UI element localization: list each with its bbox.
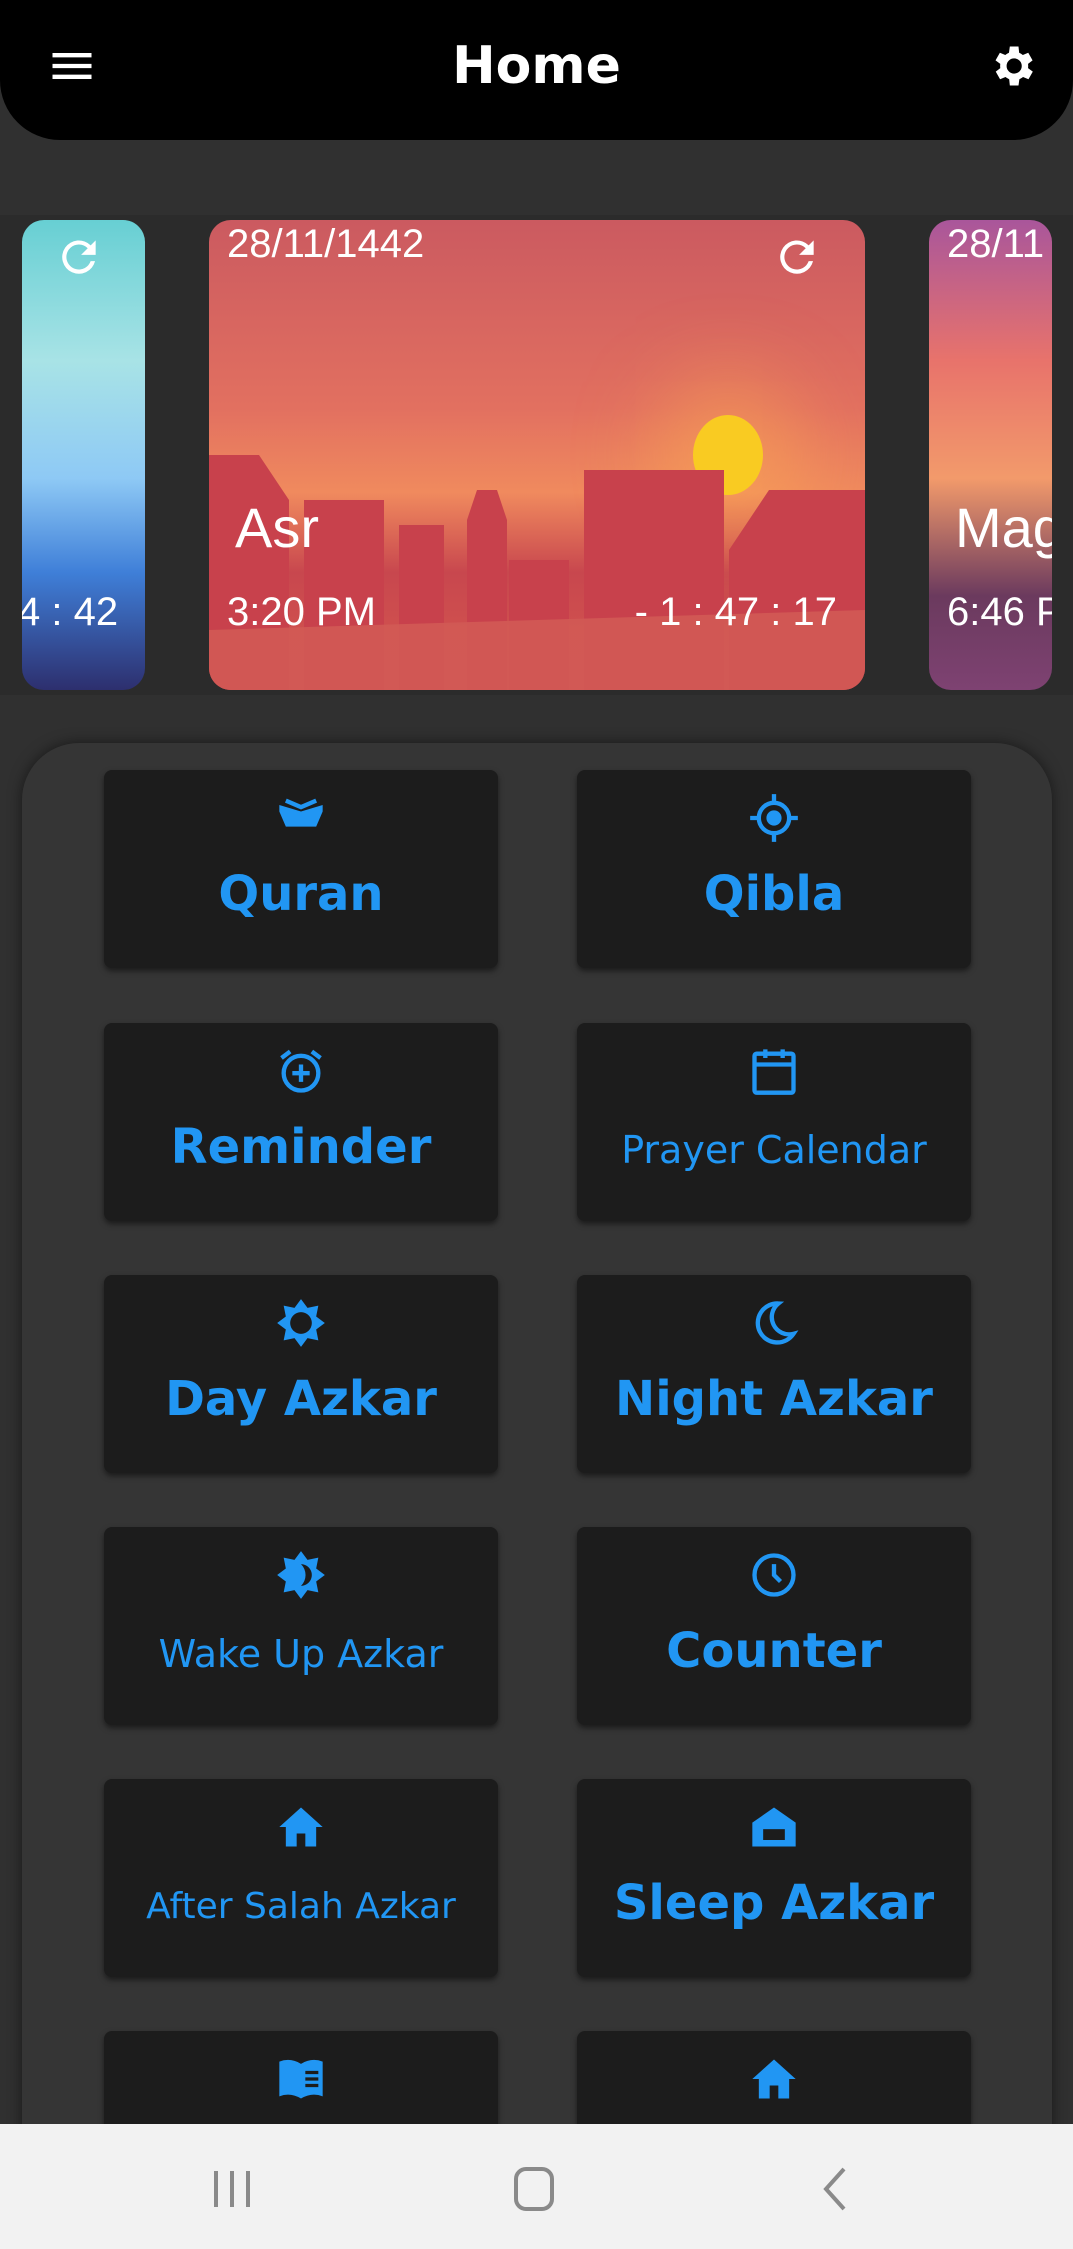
menu-button-after-salah-azkar[interactable]: After Salah Azkar: [104, 1779, 498, 1977]
menu-button-label: Wake Up Azkar: [158, 1632, 444, 1676]
gear-icon[interactable]: [986, 40, 1038, 92]
menu-button-prayer-calendar[interactable]: Prayer Calendar: [577, 1023, 971, 1221]
menu-button-label: Quran: [218, 866, 384, 922]
system-navigation-bar: [0, 2124, 1073, 2249]
half-sun-icon: [277, 1551, 325, 1599]
prayer-name: Asr: [235, 496, 319, 559]
prayer-time: 3:20 PM: [227, 590, 376, 634]
prayer-card-current[interactable]: 28/11/1442 Asr 3:20 PM - 1 : 47 : 17: [209, 220, 865, 690]
alarm-add-icon: [280, 1049, 322, 1093]
menu-button-wake-up-azkar[interactable]: Wake Up Azkar: [104, 1527, 498, 1725]
menu-button-label: Qibla: [703, 866, 845, 922]
home-icon[interactable]: [512, 2166, 558, 2212]
menu-button-label: Sleep Azkar: [613, 1875, 935, 1931]
house-icon: [279, 1807, 323, 1847]
open-book-icon: [279, 798, 323, 827]
prayer-card-next[interactable]: 28/11 Mag 6:46 P: [929, 220, 1052, 690]
refresh-icon[interactable]: [772, 232, 822, 282]
prayer-card-previous[interactable]: 4 : 42: [22, 220, 145, 690]
app-bar: Home: [0, 0, 1073, 140]
refresh-icon[interactable]: [54, 232, 104, 282]
crosshair-icon: [750, 794, 798, 842]
sun-icon: [277, 1299, 325, 1347]
back-icon[interactable]: [820, 2166, 850, 2212]
calendar-icon: [752, 1049, 796, 1095]
menu-button-label: Counter: [666, 1623, 882, 1679]
hijri-date: 28/11/1442: [227, 222, 425, 266]
city-skyline-illustration: [209, 455, 865, 690]
page-title: Home: [452, 36, 621, 96]
menu-button-label: Night Azkar: [615, 1371, 933, 1427]
menu-button-qibla[interactable]: Qibla: [577, 770, 971, 968]
menu-button-night-azkar[interactable]: Night Azkar: [577, 1275, 971, 1473]
hijri-date: 28/11: [947, 222, 1045, 266]
menu-button-sleep-azkar[interactable]: Sleep Azkar: [577, 1779, 971, 1977]
menu-button-day-azkar[interactable]: Day Azkar: [104, 1275, 498, 1473]
menu-button-reminder[interactable]: Reminder: [104, 1023, 498, 1221]
prayer-name: Mag: [955, 496, 1052, 559]
house-icon: [752, 2059, 796, 2099]
bed-house-icon: [752, 1807, 796, 1847]
menu-button-counter[interactable]: Counter: [577, 1527, 971, 1725]
menu-button-label: Day Azkar: [165, 1371, 437, 1427]
moon-icon: [755, 1301, 799, 1345]
menu-button-label: After Salah Azkar: [146, 1886, 456, 1927]
menu-button-quran[interactable]: Quran: [104, 770, 498, 968]
countdown: 4 : 42: [22, 590, 119, 634]
menu-panel: [22, 743, 1052, 2243]
countdown: - 1 : 47 : 17: [634, 590, 837, 634]
prayer-time: 6:46 P: [947, 590, 1052, 634]
reading-book-icon: [279, 2059, 323, 2099]
menu-button-label: Reminder: [170, 1119, 432, 1175]
recent-apps-icon[interactable]: [210, 2169, 255, 2209]
menu-button-label: Prayer Calendar: [621, 1128, 927, 1172]
clock-icon: [752, 1553, 796, 1597]
